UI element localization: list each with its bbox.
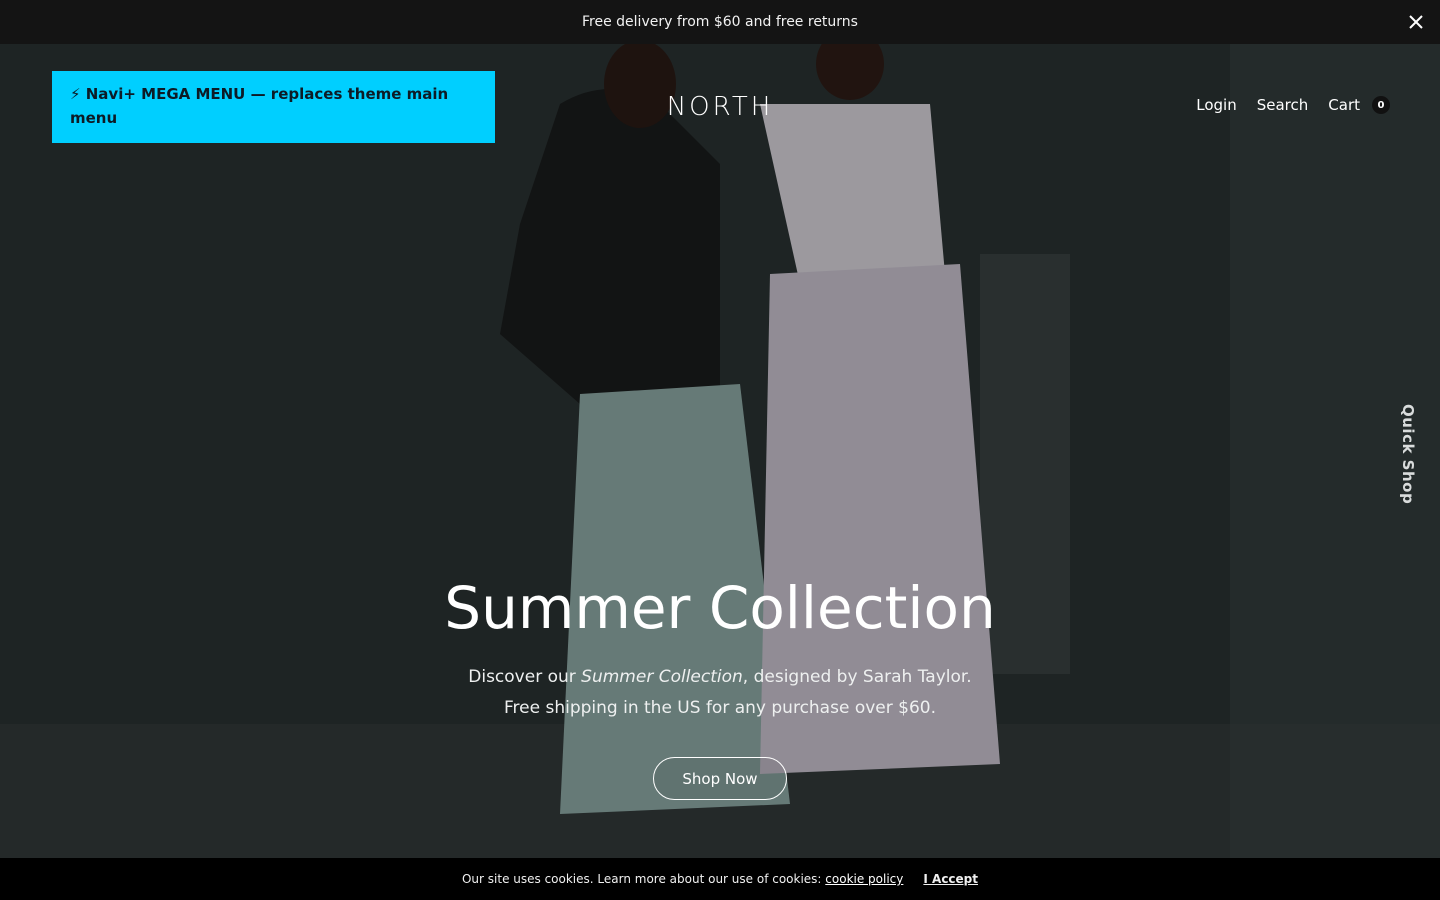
quick-shop-tab[interactable]: Quick Shop (1399, 404, 1417, 504)
search-link[interactable]: Search (1257, 96, 1309, 114)
header-nav: Login Search Cart 0 (1196, 96, 1390, 114)
login-link[interactable]: Login (1196, 96, 1236, 114)
cookie-text: Our site uses cookies. Learn more about … (461, 872, 822, 886)
cookie-bar: Our site uses cookies. Learn more about … (0, 858, 1440, 900)
hero-desc-prefix: Discover our (468, 667, 582, 687)
announcement-bar: Free delivery from $60 and free returns (0, 0, 1440, 44)
hero-description: Discover our Summer Collection, designed… (0, 662, 1440, 724)
cookie-accept-button[interactable]: I Accept (923, 872, 978, 886)
close-icon[interactable] (1404, 10, 1428, 34)
cart-link[interactable]: Cart (1328, 96, 1360, 114)
cookie-message: Our site uses cookies. Learn more about … (462, 872, 903, 886)
announcement-text: Free delivery from $60 and free returns (582, 14, 858, 30)
hero-title: Summer Collection (444, 574, 996, 642)
shop-now-button[interactable]: Shop Now (653, 757, 787, 800)
hero-background-image (0, 44, 1440, 858)
cart-count-badge[interactable]: 0 (1372, 96, 1390, 114)
hero-desc-line2: Free shipping in the US for any purchase… (504, 698, 936, 718)
hero-desc-emphasis: Summer Collection (581, 667, 743, 687)
hero-desc-suffix: , designed by Sarah Taylor. (742, 667, 972, 687)
hero-banner (0, 44, 1440, 858)
cookie-policy-link[interactable]: cookie policy (825, 872, 903, 886)
